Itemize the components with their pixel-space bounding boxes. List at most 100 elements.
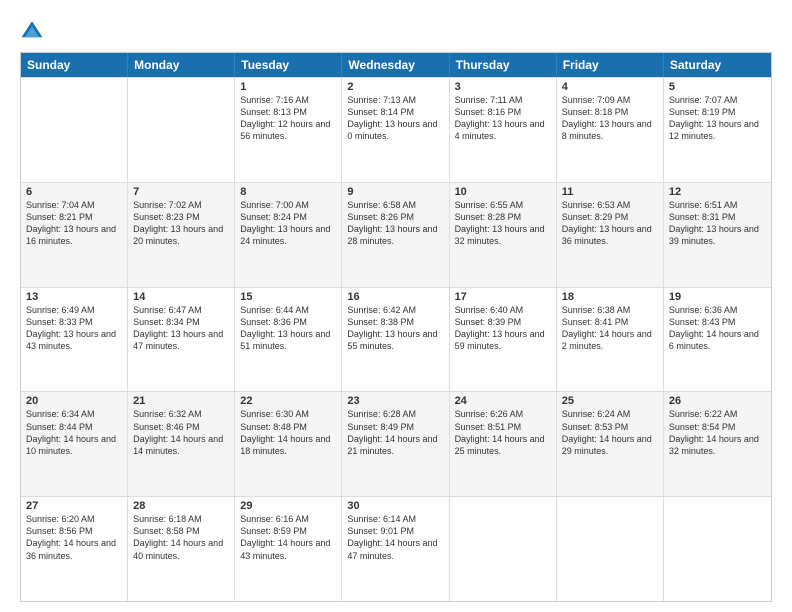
cell-info: Sunrise: 6:30 AM Sunset: 8:48 PM Dayligh… (240, 408, 336, 457)
header-day-friday: Friday (557, 53, 664, 77)
day-number: 25 (562, 395, 658, 407)
cell-info: Sunrise: 6:47 AM Sunset: 8:34 PM Dayligh… (133, 304, 229, 353)
cell-info: Sunrise: 6:51 AM Sunset: 8:31 PM Dayligh… (669, 199, 766, 248)
calendar-body: 1Sunrise: 7:16 AM Sunset: 8:13 PM Daylig… (21, 77, 771, 601)
header-day-saturday: Saturday (664, 53, 771, 77)
logo-icon (20, 18, 44, 42)
calendar-cell-2-4: 9Sunrise: 6:58 AM Sunset: 8:26 PM Daylig… (342, 183, 449, 287)
day-number: 30 (347, 500, 443, 512)
cell-info: Sunrise: 6:32 AM Sunset: 8:46 PM Dayligh… (133, 408, 229, 457)
page: SundayMondayTuesdayWednesdayThursdayFrid… (0, 0, 792, 612)
calendar-cell-2-3: 8Sunrise: 7:00 AM Sunset: 8:24 PM Daylig… (235, 183, 342, 287)
cell-info: Sunrise: 7:02 AM Sunset: 8:23 PM Dayligh… (133, 199, 229, 248)
day-number: 21 (133, 395, 229, 407)
calendar-cell-4-5: 24Sunrise: 6:26 AM Sunset: 8:51 PM Dayli… (450, 392, 557, 496)
header-day-thursday: Thursday (450, 53, 557, 77)
calendar-cell-1-4: 2Sunrise: 7:13 AM Sunset: 8:14 PM Daylig… (342, 78, 449, 182)
calendar-cell-4-1: 20Sunrise: 6:34 AM Sunset: 8:44 PM Dayli… (21, 392, 128, 496)
day-number: 23 (347, 395, 443, 407)
logo (20, 18, 48, 42)
day-number: 8 (240, 186, 336, 198)
calendar-cell-3-1: 13Sunrise: 6:49 AM Sunset: 8:33 PM Dayli… (21, 288, 128, 392)
day-number: 9 (347, 186, 443, 198)
cell-info: Sunrise: 6:53 AM Sunset: 8:29 PM Dayligh… (562, 199, 658, 248)
calendar-cell-5-3: 29Sunrise: 6:16 AM Sunset: 8:59 PM Dayli… (235, 497, 342, 601)
day-number: 1 (240, 81, 336, 93)
header-day-monday: Monday (128, 53, 235, 77)
cell-info: Sunrise: 7:13 AM Sunset: 8:14 PM Dayligh… (347, 94, 443, 143)
calendar-cell-1-5: 3Sunrise: 7:11 AM Sunset: 8:16 PM Daylig… (450, 78, 557, 182)
day-number: 17 (455, 291, 551, 303)
cell-info: Sunrise: 6:18 AM Sunset: 8:58 PM Dayligh… (133, 513, 229, 562)
cell-info: Sunrise: 7:07 AM Sunset: 8:19 PM Dayligh… (669, 94, 766, 143)
day-number: 22 (240, 395, 336, 407)
cell-info: Sunrise: 6:16 AM Sunset: 8:59 PM Dayligh… (240, 513, 336, 562)
cell-info: Sunrise: 6:28 AM Sunset: 8:49 PM Dayligh… (347, 408, 443, 457)
calendar-week-5: 27Sunrise: 6:20 AM Sunset: 8:56 PM Dayli… (21, 496, 771, 601)
calendar-cell-4-2: 21Sunrise: 6:32 AM Sunset: 8:46 PM Dayli… (128, 392, 235, 496)
day-number: 4 (562, 81, 658, 93)
day-number: 26 (669, 395, 766, 407)
calendar-cell-3-6: 18Sunrise: 6:38 AM Sunset: 8:41 PM Dayli… (557, 288, 664, 392)
day-number: 14 (133, 291, 229, 303)
cell-info: Sunrise: 6:36 AM Sunset: 8:43 PM Dayligh… (669, 304, 766, 353)
header-day-wednesday: Wednesday (342, 53, 449, 77)
calendar-cell-2-7: 12Sunrise: 6:51 AM Sunset: 8:31 PM Dayli… (664, 183, 771, 287)
calendar-cell-2-6: 11Sunrise: 6:53 AM Sunset: 8:29 PM Dayli… (557, 183, 664, 287)
day-number: 5 (669, 81, 766, 93)
day-number: 19 (669, 291, 766, 303)
day-number: 20 (26, 395, 122, 407)
day-number: 7 (133, 186, 229, 198)
cell-info: Sunrise: 6:38 AM Sunset: 8:41 PM Dayligh… (562, 304, 658, 353)
day-number: 2 (347, 81, 443, 93)
day-number: 15 (240, 291, 336, 303)
day-number: 24 (455, 395, 551, 407)
header-day-sunday: Sunday (21, 53, 128, 77)
day-number: 6 (26, 186, 122, 198)
calendar-week-2: 6Sunrise: 7:04 AM Sunset: 8:21 PM Daylig… (21, 182, 771, 287)
calendar-cell-1-6: 4Sunrise: 7:09 AM Sunset: 8:18 PM Daylig… (557, 78, 664, 182)
calendar-cell-5-2: 28Sunrise: 6:18 AM Sunset: 8:58 PM Dayli… (128, 497, 235, 601)
calendar-cell-1-2 (128, 78, 235, 182)
calendar-cell-4-7: 26Sunrise: 6:22 AM Sunset: 8:54 PM Dayli… (664, 392, 771, 496)
calendar-cell-4-6: 25Sunrise: 6:24 AM Sunset: 8:53 PM Dayli… (557, 392, 664, 496)
cell-info: Sunrise: 6:49 AM Sunset: 8:33 PM Dayligh… (26, 304, 122, 353)
calendar: SundayMondayTuesdayWednesdayThursdayFrid… (20, 52, 772, 602)
cell-info: Sunrise: 6:14 AM Sunset: 9:01 PM Dayligh… (347, 513, 443, 562)
calendar-cell-2-2: 7Sunrise: 7:02 AM Sunset: 8:23 PM Daylig… (128, 183, 235, 287)
header (20, 18, 772, 42)
cell-info: Sunrise: 6:40 AM Sunset: 8:39 PM Dayligh… (455, 304, 551, 353)
calendar-cell-5-5 (450, 497, 557, 601)
calendar-cell-1-7: 5Sunrise: 7:07 AM Sunset: 8:19 PM Daylig… (664, 78, 771, 182)
cell-info: Sunrise: 6:44 AM Sunset: 8:36 PM Dayligh… (240, 304, 336, 353)
calendar-cell-5-6 (557, 497, 664, 601)
cell-info: Sunrise: 6:55 AM Sunset: 8:28 PM Dayligh… (455, 199, 551, 248)
day-number: 27 (26, 500, 122, 512)
cell-info: Sunrise: 7:04 AM Sunset: 8:21 PM Dayligh… (26, 199, 122, 248)
calendar-cell-3-3: 15Sunrise: 6:44 AM Sunset: 8:36 PM Dayli… (235, 288, 342, 392)
calendar-cell-5-1: 27Sunrise: 6:20 AM Sunset: 8:56 PM Dayli… (21, 497, 128, 601)
day-number: 29 (240, 500, 336, 512)
calendar-week-3: 13Sunrise: 6:49 AM Sunset: 8:33 PM Dayli… (21, 287, 771, 392)
day-number: 16 (347, 291, 443, 303)
calendar-week-4: 20Sunrise: 6:34 AM Sunset: 8:44 PM Dayli… (21, 391, 771, 496)
calendar-cell-3-4: 16Sunrise: 6:42 AM Sunset: 8:38 PM Dayli… (342, 288, 449, 392)
cell-info: Sunrise: 7:09 AM Sunset: 8:18 PM Dayligh… (562, 94, 658, 143)
calendar-header: SundayMondayTuesdayWednesdayThursdayFrid… (21, 53, 771, 77)
cell-info: Sunrise: 7:16 AM Sunset: 8:13 PM Dayligh… (240, 94, 336, 143)
calendar-cell-5-4: 30Sunrise: 6:14 AM Sunset: 9:01 PM Dayli… (342, 497, 449, 601)
header-day-tuesday: Tuesday (235, 53, 342, 77)
cell-info: Sunrise: 6:20 AM Sunset: 8:56 PM Dayligh… (26, 513, 122, 562)
cell-info: Sunrise: 6:24 AM Sunset: 8:53 PM Dayligh… (562, 408, 658, 457)
day-number: 10 (455, 186, 551, 198)
cell-info: Sunrise: 6:34 AM Sunset: 8:44 PM Dayligh… (26, 408, 122, 457)
day-number: 18 (562, 291, 658, 303)
cell-info: Sunrise: 6:22 AM Sunset: 8:54 PM Dayligh… (669, 408, 766, 457)
calendar-cell-2-5: 10Sunrise: 6:55 AM Sunset: 8:28 PM Dayli… (450, 183, 557, 287)
calendar-cell-3-7: 19Sunrise: 6:36 AM Sunset: 8:43 PM Dayli… (664, 288, 771, 392)
calendar-cell-4-4: 23Sunrise: 6:28 AM Sunset: 8:49 PM Dayli… (342, 392, 449, 496)
cell-info: Sunrise: 6:58 AM Sunset: 8:26 PM Dayligh… (347, 199, 443, 248)
cell-info: Sunrise: 6:42 AM Sunset: 8:38 PM Dayligh… (347, 304, 443, 353)
day-number: 3 (455, 81, 551, 93)
day-number: 12 (669, 186, 766, 198)
